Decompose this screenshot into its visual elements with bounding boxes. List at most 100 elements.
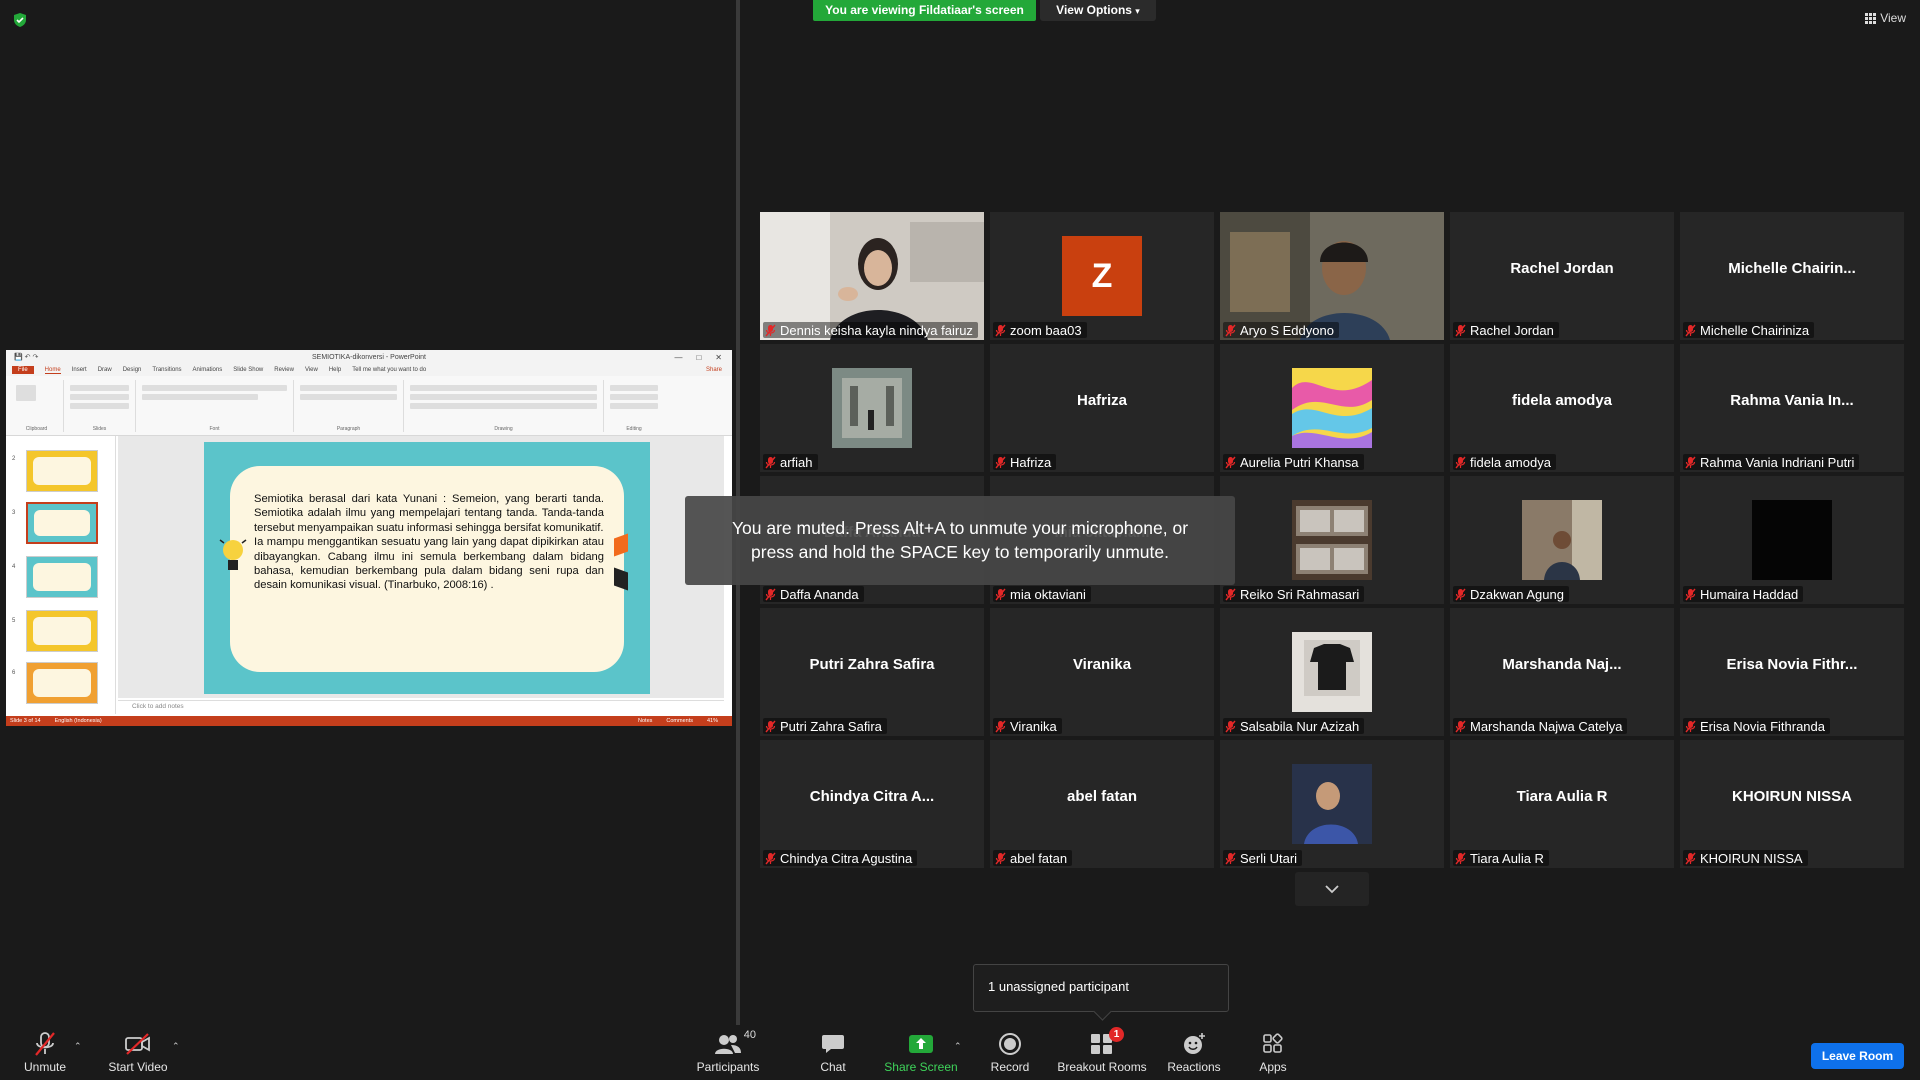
participant-name-label: Hafriza [1010, 454, 1052, 470]
participants-button[interactable]: 40 Participants [692, 1025, 764, 1080]
participant-tile[interactable]: Aurelia Putri Khansa [1220, 344, 1444, 472]
participant-tile[interactable]: Salsabila Nur Azizah [1220, 608, 1444, 736]
unassigned-participant-tooltip[interactable]: 1 unassigned participant [973, 964, 1229, 1012]
slide-thumbnail [26, 556, 98, 598]
apps-button[interactable]: Apps [1254, 1025, 1292, 1080]
share-screen-label: Share Screen [884, 1060, 958, 1074]
participant-display-name: Putri Zahra Safira [809, 656, 935, 673]
grid-view-icon [1865, 12, 1877, 24]
participant-tile[interactable]: Tiara Aulia R Tiara Aulia R [1450, 740, 1674, 868]
slide-thumbnails: 2 3 4 5 6 [6, 436, 116, 714]
slide-thumbnail [26, 610, 98, 652]
powerpoint-ribbon: Clipboard Slides Font Paragraph Drawing … [6, 376, 732, 436]
view-options-button[interactable]: View Options ▾ [1040, 0, 1156, 21]
participant-tile[interactable]: abel fatan abel fatan [990, 740, 1214, 868]
start-video-button[interactable]: Start Video [106, 1025, 170, 1080]
participant-label: Reiko Sri Rahmasari [1223, 586, 1365, 602]
participant-label: Marshanda Najwa Catelya [1453, 718, 1628, 734]
participant-tile[interactable]: Humaira Haddad [1680, 476, 1904, 604]
pp-tab-view: View [304, 367, 318, 373]
participant-tile[interactable]: Dennis keisha kayla nindya fairuz [760, 212, 984, 340]
participant-name-label: zoom baa03 [1010, 322, 1082, 338]
participant-label: Hafriza [993, 454, 1057, 470]
microphone-muted-icon [995, 324, 1006, 336]
video-options-caret-icon[interactable]: ⌃ [172, 1041, 180, 1052]
microphone-muted-icon [995, 588, 1006, 600]
participant-tile[interactable]: fidela amodya fidela amodya [1450, 344, 1674, 472]
participant-display-name: Tiara Aulia R [1516, 788, 1608, 805]
slide-thumbnail-selected [26, 502, 98, 544]
participant-display-name: Hafriza [1076, 392, 1128, 409]
pp-tab-review: Review [274, 367, 294, 373]
participant-display-name: KHOIRUN NISSA [1731, 788, 1852, 805]
participant-tile[interactable]: Reiko Sri Rahmasari [1220, 476, 1444, 604]
chat-bubble-icon [822, 1035, 844, 1053]
start-video-label: Start Video [108, 1060, 168, 1074]
participant-tile[interactable]: Viranika Viranika [990, 608, 1214, 736]
current-slide: Semiotika berasal dari kata Yunani : Sem… [204, 442, 650, 694]
shared-screen[interactable]: 💾 ↶ ↷ SEMIOTIKA-dikonversi - PowerPoint … [6, 350, 732, 726]
participant-tile[interactable]: Marshanda Naj... Marshanda Najwa Catelya [1450, 608, 1674, 736]
apps-label: Apps [1259, 1060, 1287, 1074]
participant-tile[interactable]: Michelle Chairin... Michelle Chairiniza [1680, 212, 1904, 340]
participant-tile[interactable]: Chindya Citra A... Chindya Citra Agustina [760, 740, 984, 868]
ribbon-group-drawing: Drawing [404, 380, 604, 432]
reactions-button[interactable]: Reactions [1166, 1025, 1222, 1080]
microphone-muted-icon [765, 456, 776, 468]
breakout-rooms-button[interactable]: 1 Breakout Rooms [1057, 1025, 1147, 1080]
participant-name-label: Aryo S Eddyono [1240, 322, 1334, 338]
participant-tile[interactable]: Hafriza Hafriza [990, 344, 1214, 472]
participant-tile[interactable]: Dzakwan Agung [1450, 476, 1674, 604]
participant-label: Viranika [993, 718, 1062, 734]
audio-options-caret-icon[interactable]: ⌃ [74, 1041, 82, 1052]
participant-label: Humaira Haddad [1683, 586, 1804, 602]
participant-name-label: Humaira Haddad [1700, 586, 1799, 602]
participant-name-label: KHOIRUN NISSA [1700, 850, 1803, 866]
unmute-button[interactable]: Unmute [20, 1025, 70, 1080]
pp-tab-file: File [12, 366, 34, 374]
share-options-caret-icon[interactable]: ⌃ [954, 1041, 962, 1052]
chat-button[interactable]: Chat [812, 1025, 854, 1080]
participant-tile[interactable]: Putri Zahra Safira Putri Zahra Safira [760, 608, 984, 736]
participant-tile[interactable]: Rachel Jordan Rachel Jordan [1450, 212, 1674, 340]
participant-label: mia oktaviani [993, 586, 1091, 602]
participant-name-label: Tiara Aulia R [1470, 850, 1544, 866]
participant-tile[interactable]: Aryo S Eddyono [1220, 212, 1444, 340]
microphone-muted-icon [1455, 588, 1466, 600]
gallery-next-page-button[interactable] [1295, 872, 1369, 906]
slide-thumbnail [26, 662, 98, 704]
participant-name-label: Rahma Vania Indriani Putri [1700, 454, 1855, 470]
participant-tile[interactable]: Zzoom baa03 [990, 212, 1214, 340]
participant-tile[interactable]: Erisa Novia Fithr... Erisa Novia Fithrand… [1680, 608, 1904, 736]
profile-picture [1292, 764, 1372, 844]
record-button[interactable]: Record [986, 1025, 1034, 1080]
participant-tile[interactable]: Serli Utari [1220, 740, 1444, 868]
participant-name-label: Dennis keisha kayla nindya fairuz [780, 322, 973, 338]
slide-decoration [614, 533, 628, 557]
participant-video [1220, 212, 1444, 340]
encryption-shield-icon[interactable] [12, 12, 28, 28]
participant-name-label: fidela amodya [1470, 454, 1551, 470]
participant-name-label: Salsabila Nur Azizah [1240, 718, 1360, 734]
lightbulb-icon [219, 539, 247, 570]
participant-display-name: Michelle Chairin... [1728, 260, 1856, 277]
participant-display-name: Erisa Novia Fithr... [1726, 656, 1858, 673]
participants-label: Participants [696, 1060, 760, 1074]
participant-tile[interactable]: KHOIRUN NISSA KHOIRUN NISSA [1680, 740, 1904, 868]
reactions-label: Reactions [1167, 1060, 1221, 1074]
participant-tile[interactable]: Rahma Vania In... Rahma Vania Indriani Pu… [1680, 344, 1904, 472]
status-slide-count: Slide 3 of 14 [10, 718, 41, 724]
microphone-muted-icon [765, 852, 776, 864]
participant-tile[interactable]: arfiah [760, 344, 984, 472]
microphone-muted-icon [1225, 324, 1236, 336]
microphone-muted-icon [35, 1032, 55, 1056]
view-button[interactable]: View [1865, 11, 1906, 25]
ribbon-group-editing: Editing [604, 380, 664, 432]
share-screen-button[interactable]: Share Screen [883, 1025, 959, 1080]
participant-name-label: Viranika [1010, 718, 1057, 734]
participant-display-name: fidela amodya [1511, 392, 1613, 409]
participant-display-name: Viranika [1072, 656, 1132, 673]
microphone-muted-icon [1225, 852, 1236, 864]
leave-room-button[interactable]: Leave Room [1811, 1043, 1904, 1069]
participant-label: Rahma Vania Indriani Putri [1683, 454, 1860, 470]
